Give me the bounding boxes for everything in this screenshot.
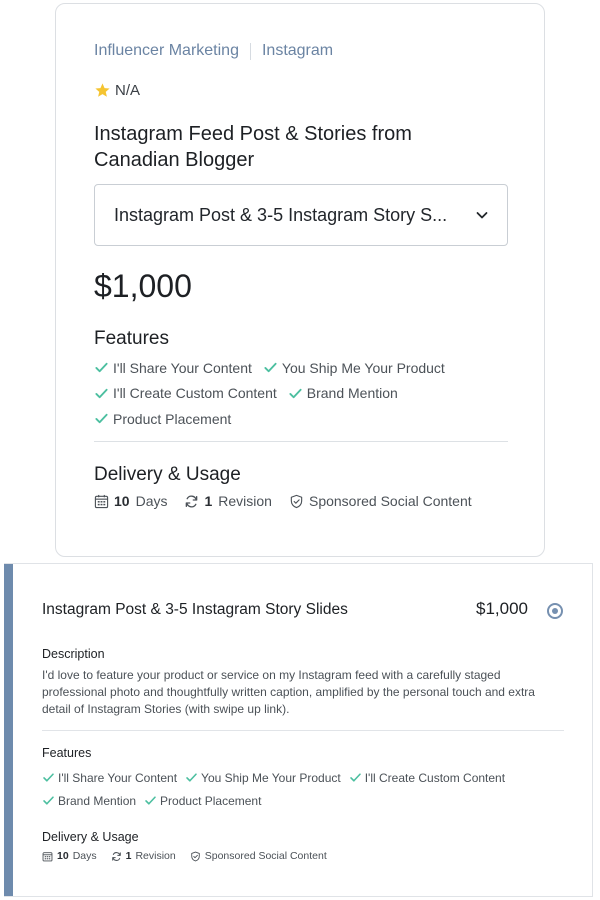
check-icon: [95, 363, 108, 373]
feature-item: I'll Create Custom Content: [94, 381, 277, 407]
feature-label: I'll Share Your Content: [113, 359, 252, 376]
delivery-heading: Delivery & Usage: [94, 464, 241, 485]
delivery-days: 10 Days: [42, 850, 97, 862]
feature-item: I'll Create Custom Content: [349, 766, 505, 789]
refresh-icon: [111, 851, 121, 861]
feature-label: Brand Mention: [58, 793, 137, 808]
usage-rights: Sponsored Social Content: [289, 493, 472, 509]
radio-selected-icon[interactable]: [547, 603, 563, 619]
option-title: Instagram Post & 3-5 Instagram Story Sli…: [42, 601, 348, 618]
delivery-days-label: Days: [72, 850, 97, 862]
calendar-icon: [94, 494, 109, 508]
check-icon: [43, 773, 54, 782]
feature-item: Product Placement: [144, 789, 261, 812]
feature-item: You Ship Me Your Product: [263, 355, 445, 381]
divider: [94, 441, 508, 442]
feature-item: You Ship Me Your Product: [185, 766, 341, 789]
radio-dot: [552, 608, 558, 614]
delivery-days-label: Days: [135, 493, 168, 509]
check-icon: [289, 388, 302, 398]
delivery-details: 10 Days 1 Revision Sponsored Social Cont…: [42, 850, 341, 862]
features-heading: Features: [94, 328, 169, 349]
breadcrumb-platform-link[interactable]: Instagram: [262, 42, 333, 60]
revisions-label: Revision: [135, 850, 176, 862]
package-select[interactable]: Instagram Post & 3-5 Instagram Story S..…: [94, 184, 508, 246]
feature-item: I'll Share Your Content: [94, 355, 252, 381]
package-select-value: Instagram Post & 3-5 Instagram Story S..…: [114, 204, 448, 225]
feature-label: I'll Create Custom Content: [113, 385, 277, 402]
chevron-down-icon: [476, 212, 488, 219]
star-icon: [95, 83, 110, 97]
feature-label: Product Placement: [113, 410, 232, 427]
check-icon: [95, 388, 108, 398]
revisions-label: Revision: [218, 493, 272, 509]
check-icon: [349, 773, 361, 782]
revisions: 1 Revision: [111, 850, 176, 862]
price: $1,000: [94, 268, 192, 304]
revisions-value: 1: [204, 493, 213, 509]
rating: N/A: [94, 82, 140, 99]
delivery-days-value: 10: [114, 493, 130, 509]
features-heading: Features: [42, 746, 92, 760]
feature-label: I'll Create Custom Content: [364, 770, 506, 785]
feature-label: Product Placement: [160, 793, 262, 808]
check-icon: [145, 796, 156, 805]
breadcrumb: Influencer Marketing Instagram: [94, 42, 333, 60]
package-option-card[interactable]: Instagram Post & 3-5 Instagram Story Sli…: [4, 563, 593, 897]
check-icon: [95, 414, 108, 424]
shield-icon: [290, 494, 303, 508]
shield-icon: [191, 851, 200, 861]
feature-item: Brand Mention: [42, 789, 136, 812]
delivery-details: 10 Days 1 Revision Sponsored Social Cont…: [94, 493, 489, 509]
features-list: I'll Share Your Content You Ship Me Your…: [42, 766, 562, 812]
revisions: 1 Revision: [184, 493, 272, 509]
feature-item: I'll Share Your Content: [42, 766, 177, 789]
delivery-heading: Delivery & Usage: [42, 830, 139, 844]
calendar-icon: [42, 851, 53, 861]
feature-label: You Ship Me Your Product: [281, 359, 445, 376]
divider: [42, 730, 564, 731]
usage-label: Sponsored Social Content: [308, 493, 472, 509]
usage-label: Sponsored Social Content: [204, 850, 327, 862]
selected-accent-bar: [4, 564, 13, 896]
delivery-days: 10 Days: [94, 493, 167, 509]
gig-card: Influencer Marketing Instagram N/A Insta…: [55, 3, 545, 557]
feature-item: Product Placement: [94, 406, 231, 432]
refresh-icon: [186, 495, 198, 507]
feature-label: I'll Share Your Content: [58, 770, 178, 785]
revisions-value: 1: [125, 850, 132, 862]
rating-value: N/A: [115, 82, 141, 99]
feature-label: Brand Mention: [306, 385, 398, 402]
breadcrumb-category-link[interactable]: Influencer Marketing: [94, 42, 239, 60]
check-icon: [264, 363, 277, 373]
usage-rights: Sponsored Social Content: [190, 850, 327, 862]
feature-label: You Ship Me Your Product: [201, 770, 341, 785]
option-description: I'd love to feature your product or serv…: [42, 668, 535, 716]
features-list: I'll Share Your Content You Ship Me Your…: [94, 355, 514, 432]
breadcrumb-separator: [249, 42, 251, 60]
delivery-days-value: 10: [57, 850, 69, 862]
description-heading: Description: [42, 647, 105, 661]
check-icon: [186, 773, 197, 782]
gig-title: Instagram Feed Post & Stories from Canad…: [94, 123, 412, 171]
check-icon: [43, 796, 54, 805]
feature-item: Brand Mention: [288, 381, 398, 407]
option-price: $1,000: [476, 599, 528, 618]
